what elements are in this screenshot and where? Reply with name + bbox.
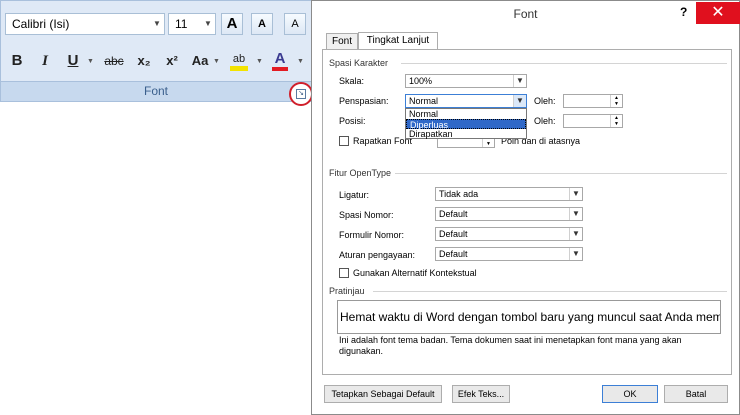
chevron-down-icon[interactable]: ▼ bbox=[569, 228, 582, 240]
font-name-combo[interactable]: Calibri (Isi) ▼ bbox=[5, 13, 165, 35]
text-effects-button[interactable]: Efek Teks... bbox=[452, 385, 510, 403]
spacing-dropdown-list: Normal Diperluas Dirapatkan bbox=[405, 108, 527, 139]
number-forms-value: Default bbox=[439, 229, 468, 239]
chevron-down-icon[interactable]: ▼ bbox=[256, 58, 263, 65]
set-default-button[interactable]: Tetapkan Sebagai Default bbox=[324, 385, 442, 403]
underline-icon: U bbox=[67, 52, 79, 69]
close-button[interactable]: ✕ bbox=[696, 2, 740, 24]
title-bar: Font ? ✕ bbox=[312, 1, 740, 29]
font-color-button[interactable]: A bbox=[269, 48, 291, 72]
chevron-down-icon[interactable]: ▼ bbox=[87, 58, 94, 65]
contextual-alternates-checkbox[interactable] bbox=[339, 268, 349, 278]
stylistic-sets-value: Default bbox=[439, 249, 468, 259]
font-color-icon: A bbox=[274, 50, 286, 67]
contextual-alternates-label: Gunakan Alternatif Kontekstual bbox=[353, 268, 477, 278]
dropdown-option[interactable]: Normal bbox=[406, 109, 526, 119]
font-ribbon-group: Calibri (Isi) ▼ 11 ▼ A A A B I U ▼ abc x… bbox=[0, 0, 312, 102]
number-spacing-combo[interactable]: Default ▼ bbox=[435, 207, 583, 221]
shrink-font-button[interactable]: A bbox=[251, 13, 273, 35]
highlight-color-bar bbox=[230, 66, 248, 71]
shrink-font-icon: A bbox=[258, 18, 266, 30]
font-name-value: Calibri (Isi) bbox=[12, 17, 70, 31]
chevron-down-icon[interactable]: ▼ bbox=[213, 58, 220, 65]
ligatures-combo[interactable]: Tidak ada ▼ bbox=[435, 187, 583, 201]
tab-advanced[interactable]: Tingkat Lanjut bbox=[358, 32, 438, 50]
change-case-icon: Aa bbox=[191, 53, 209, 68]
superscript-icon: x² bbox=[166, 53, 178, 68]
group-label: Font bbox=[1, 81, 311, 101]
bold-button[interactable]: B bbox=[7, 50, 27, 74]
number-forms-label: Formulir Nomor: bbox=[339, 230, 405, 240]
highlight-button[interactable]: ab bbox=[228, 48, 250, 72]
ligatures-label: Ligatur: bbox=[339, 190, 370, 200]
section-title: Spasi Karakter bbox=[329, 58, 389, 68]
dialog-launcher-icon: ↘ bbox=[296, 89, 306, 99]
spacing-label: Penspasian: bbox=[339, 96, 389, 106]
spacing-by-label: Oleh: bbox=[534, 96, 556, 106]
tab-font[interactable]: Font bbox=[326, 33, 358, 50]
clear-formatting-icon: A bbox=[291, 18, 299, 30]
bold-icon: B bbox=[11, 52, 23, 69]
font-size-value: 11 bbox=[175, 17, 188, 31]
chevron-down-icon[interactable]: ▼ bbox=[513, 75, 526, 87]
chevron-down-icon[interactable]: ▼ bbox=[297, 58, 304, 65]
dropdown-option-selected[interactable]: Diperluas bbox=[406, 119, 526, 130]
italic-button[interactable]: I bbox=[35, 50, 55, 74]
spacing-value: Normal bbox=[409, 96, 439, 106]
position-by-spinner[interactable]: ▲ ▼ bbox=[563, 114, 623, 128]
clear-formatting-button[interactable]: A bbox=[284, 13, 306, 35]
scale-label: Skala: bbox=[339, 76, 365, 86]
chevron-down-icon[interactable]: ▼ bbox=[569, 188, 582, 200]
spinner-arrows-icon[interactable]: ▲▼ bbox=[610, 115, 622, 127]
scale-combo[interactable]: 100% ▼ bbox=[405, 74, 527, 88]
preview-text: Hemat waktu di Word dengan tombol baru y… bbox=[340, 310, 721, 324]
preview-box: Hemat waktu di Word dengan tombol baru y… bbox=[337, 300, 721, 334]
underline-button[interactable]: U bbox=[63, 50, 83, 74]
chevron-down-icon[interactable]: ▼ bbox=[569, 208, 582, 220]
chevron-down-icon[interactable]: ▼ bbox=[569, 248, 582, 260]
position-by-label: Oleh: bbox=[534, 116, 556, 126]
divider bbox=[373, 291, 727, 292]
chevron-down-icon[interactable]: ▼ bbox=[201, 14, 215, 34]
strikethrough-icon: abc bbox=[104, 54, 124, 68]
highlighter-icon: ab bbox=[232, 53, 246, 65]
font-dialog: Font ? ✕ Font Tingkat Lanjut Spasi Karak… bbox=[311, 0, 740, 415]
italic-icon: I bbox=[42, 53, 48, 69]
position-label: Posisi: bbox=[339, 116, 366, 126]
stylistic-sets-combo[interactable]: Default ▼ bbox=[435, 247, 583, 261]
grow-font-icon: A bbox=[226, 15, 238, 32]
number-spacing-label: Spasi Nomor: bbox=[339, 210, 394, 220]
font-color-bar bbox=[272, 67, 288, 71]
strikethrough-button[interactable]: abc bbox=[101, 50, 127, 74]
section-title: Fitur OpenType bbox=[329, 168, 392, 178]
divider bbox=[395, 173, 727, 174]
dropdown-option[interactable]: Dirapatkan bbox=[406, 129, 526, 139]
dialog-launcher-button[interactable]: ↘ bbox=[289, 82, 313, 106]
superscript-button[interactable]: x² bbox=[161, 50, 183, 74]
chevron-down-icon[interactable]: ▼ bbox=[150, 14, 164, 34]
ligatures-value: Tidak ada bbox=[439, 189, 479, 199]
subscript-icon: x₂ bbox=[137, 53, 151, 68]
cancel-button[interactable]: Batal bbox=[664, 385, 728, 403]
number-forms-combo[interactable]: Default ▼ bbox=[435, 227, 583, 241]
ok-button[interactable]: OK bbox=[602, 385, 658, 403]
spacing-combo[interactable]: Normal ▼ bbox=[405, 94, 527, 108]
divider bbox=[401, 63, 727, 64]
change-case-button[interactable]: Aa bbox=[188, 50, 212, 74]
section-title: Pratinjau bbox=[329, 286, 365, 296]
kerning-checkbox[interactable] bbox=[339, 136, 349, 146]
stylistic-sets-label: Aturan pengayaan: bbox=[339, 250, 416, 260]
dialog-title: Font bbox=[513, 7, 538, 21]
scale-value: 100% bbox=[409, 76, 433, 86]
chevron-down-icon[interactable]: ▼ bbox=[513, 95, 526, 107]
font-size-combo[interactable]: 11 ▼ bbox=[168, 13, 216, 35]
spinner-arrows-icon[interactable]: ▲▼ bbox=[610, 95, 622, 107]
preview-note: Ini adalah font tema badan. Tema dokumen… bbox=[339, 335, 682, 356]
spacing-by-spinner[interactable]: ▲ ▼ bbox=[563, 94, 623, 108]
grow-font-button[interactable]: A bbox=[221, 13, 243, 35]
number-spacing-value: Default bbox=[439, 209, 468, 219]
help-icon[interactable]: ? bbox=[680, 5, 687, 19]
kerning-label: Rapatkan Font bbox=[353, 136, 413, 146]
subscript-button[interactable]: x₂ bbox=[133, 50, 155, 74]
